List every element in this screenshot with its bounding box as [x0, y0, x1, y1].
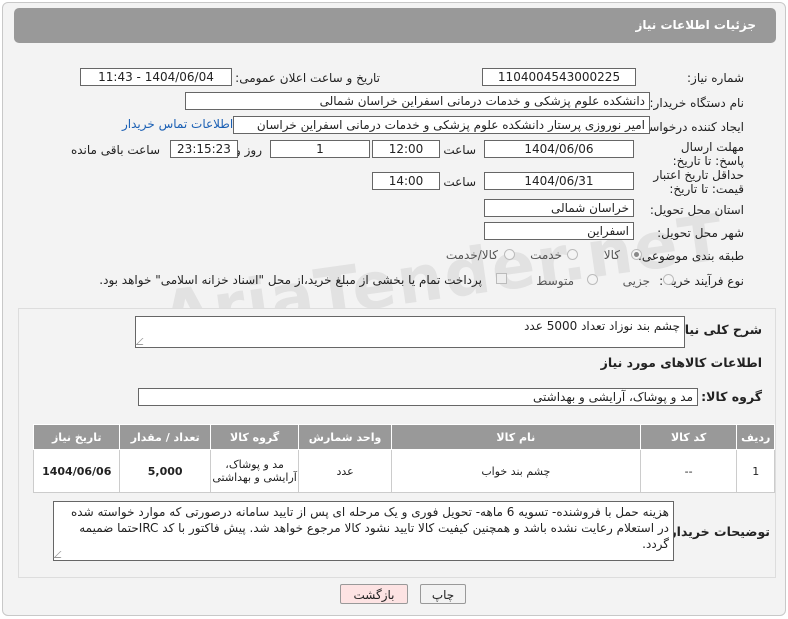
col-unit-header: واحد شمارش [298, 424, 392, 450]
back-button[interactable]: بازگشت [340, 584, 408, 604]
cell-name: چشم بند خواب [390, 449, 641, 493]
process-minor-radio[interactable] [663, 274, 674, 285]
validity-time-label: ساعت [443, 175, 476, 189]
validity-label: حداقل تاریخ اعتبار قیمت: تا تاریخ: [653, 168, 744, 196]
buyer-contact-link[interactable]: اطلاعات تماس خریدار [122, 117, 233, 131]
print-button[interactable]: چاپ [420, 584, 466, 604]
col-code-header: کد کالا [639, 424, 738, 450]
creator-field: امیر نوروزی پرستار دانشکده علوم پزشکی و … [233, 116, 650, 134]
goods-group-field: مد و پوشاک، آرایشی و بهداشتی [138, 388, 698, 406]
reply-time-field: 12:00 [372, 140, 440, 158]
description-text: چشم بند نوزاد تعداد 5000 عدد [524, 319, 680, 333]
col-date-header: تاریخ نیاز [32, 424, 121, 450]
province-field: خراسان شمالی [484, 199, 634, 217]
payment-note: پرداخت تمام یا بخشی از مبلغ خرید،از محل … [99, 273, 482, 287]
resize-grip-icon [135, 338, 150, 345]
buyer-org-field: دانشکده علوم پزشکی و خدمات درمانی اسفرای… [185, 92, 650, 110]
city-label: شهر محل تحویل: [657, 226, 744, 240]
table-header-row: ردیف کد کالا نام کالا واحد شمارش گروه کا… [32, 424, 775, 450]
announce-label: تاریخ و ساعت اعلان عمومی: [235, 71, 380, 85]
reply-date-field: 1404/06/06 [484, 140, 634, 158]
category-both-label: کالا/خدمت [445, 248, 498, 262]
category-label: طبقه بندی موضوعی: [637, 249, 744, 263]
cell-date: 1404/06/06 [32, 449, 121, 493]
col-row-header: ردیف [736, 424, 775, 450]
buyer-notes-label: توضیحات خریدار: [664, 524, 770, 539]
cell-unit: عدد [298, 449, 392, 493]
buyer-org-label: نام دستگاه خریدار: [649, 96, 745, 110]
goods-group-label: گروه کالا: [701, 389, 762, 404]
description-textarea[interactable]: چشم بند نوزاد تعداد 5000 عدد [135, 316, 685, 348]
col-name-header: نام کالا [390, 424, 641, 450]
process-medium-radio[interactable] [587, 274, 598, 285]
remaining-label: ساعت باقی مانده [70, 143, 160, 157]
cell-qty: 5,000 [119, 449, 211, 493]
goods-table: ردیف کد کالا نام کالا واحد شمارش گروه کا… [32, 424, 775, 493]
validity-time-field: 14:00 [372, 172, 440, 190]
category-both-radio[interactable] [504, 249, 515, 260]
announce-date-field: 1404/06/04 - 11:43 [80, 68, 232, 86]
validity-date-field: 1404/06/31 [484, 172, 634, 190]
reply-time-label: ساعت [443, 143, 476, 157]
resize-grip-icon [53, 551, 68, 558]
days-count-field: 1 [270, 140, 370, 158]
goods-section-title: اطلاعات کالاهای مورد نیاز [600, 355, 762, 370]
remaining-time-field: 23:15:23 [170, 140, 238, 158]
province-label: استان محل تحویل: [649, 203, 744, 217]
creator-label: ایجاد کننده درخواست: [633, 120, 744, 134]
category-goods-radio[interactable] [631, 249, 642, 260]
days-label: روز و [235, 143, 262, 157]
col-qty-header: تعداد / مقدار [119, 424, 211, 450]
process-minor-label: جزیی [622, 274, 650, 288]
need-number-field: 1104004543000225 [482, 68, 636, 86]
cell-row: 1 [736, 449, 775, 493]
treasury-payment-checkbox[interactable] [496, 273, 507, 284]
category-goods-label: کالا [603, 248, 620, 262]
cell-group: مد و پوشاک، آرایشی و بهداشتی [209, 449, 300, 493]
col-group-header: گروه کالا [209, 424, 300, 450]
buyer-notes-text: هزینه حمل با فروشنده- تسویه 6 ماهه- تحوی… [71, 505, 669, 551]
city-field: اسفراین [484, 222, 634, 240]
reply-deadline-label: مهلت ارسال پاسخ: تا تاریخ: [672, 140, 744, 168]
description-label: شرح کلی نیاز: [672, 322, 762, 337]
table-row: 1 -- چشم بند خواب عدد مد و پوشاک، آرایشی… [32, 449, 775, 493]
category-service-label: خدمت [530, 248, 562, 262]
header-bar: جزئیات اطلاعات نیاز [14, 8, 776, 43]
need-number-label: شماره نیاز: [687, 71, 744, 85]
cell-code: -- [639, 449, 738, 493]
process-medium-label: متوسط [536, 274, 574, 288]
category-service-radio[interactable] [567, 249, 578, 260]
buyer-notes-textarea[interactable]: هزینه حمل با فروشنده- تسویه 6 ماهه- تحوی… [53, 501, 674, 561]
page-title: جزئیات اطلاعات نیاز [635, 18, 756, 32]
